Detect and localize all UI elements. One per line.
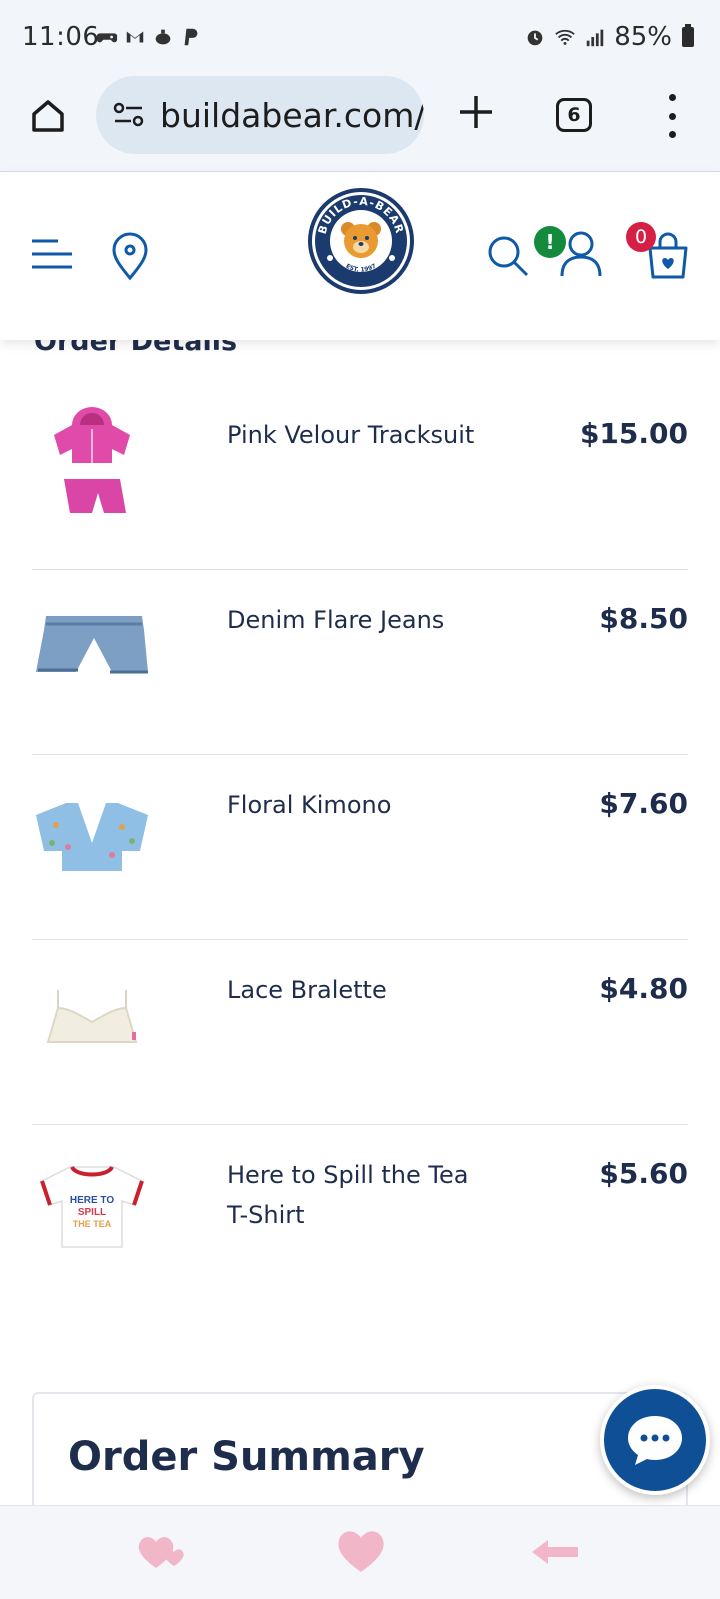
browser-toolbar: buildabear.com/ 6: [0, 74, 720, 172]
wifi-icon: [555, 29, 575, 45]
svg-text:HERE TO: HERE TO: [70, 1195, 114, 1206]
battery-icon: [682, 24, 694, 47]
item-name: Denim Flare Jeans: [227, 606, 445, 634]
game-controller-icon: [96, 33, 118, 43]
item-price: $8.50: [599, 602, 688, 635]
order-item: Lace Bralette $4.80: [32, 940, 688, 1125]
svg-text:THE TEA: THE TEA: [73, 1219, 112, 1229]
teapot-icon: [155, 29, 171, 45]
signal-icon: [586, 29, 604, 47]
url-text: buildabear.com/: [160, 95, 424, 135]
item-name: Floral Kimono: [227, 791, 392, 819]
site-header: BUILD-A-BEAR EST. 1997 ! 0: [0, 172, 720, 340]
item-name: Here to Spill the Tea T-Shirt: [227, 1161, 469, 1229]
gmail-icon: [126, 31, 144, 43]
tab-switcher-button[interactable]: 6: [556, 98, 592, 132]
item-price: $4.80: [599, 972, 688, 1005]
cart-count-badge: 0: [626, 222, 656, 252]
svg-text:SPILL: SPILL: [78, 1207, 106, 1218]
lace-bralette-image: [46, 990, 138, 1043]
system-status: 85%: [524, 22, 694, 52]
denim-jeans-image: [36, 616, 148, 674]
pink-tracksuit-image: [54, 407, 130, 513]
status-time: 11:06: [22, 22, 100, 52]
status-bar: 11:06 85%: [0, 0, 720, 74]
home-icon[interactable]: [28, 96, 68, 136]
location-pin-icon[interactable]: [110, 232, 150, 282]
order-item: Pink Velour Tracksuit $15.00: [32, 385, 688, 570]
item-price: $7.60: [599, 787, 688, 820]
heart-icon[interactable]: [334, 1526, 388, 1576]
item-name: Lace Bralette: [227, 976, 387, 1004]
paypal-icon: [184, 28, 198, 46]
floral-kimono-image: [36, 803, 148, 871]
item-name: Pink Velour Tracksuit: [227, 421, 475, 449]
menu-icon[interactable]: [30, 236, 74, 272]
search-icon[interactable]: [486, 234, 530, 278]
bottom-navigation: [0, 1505, 720, 1599]
account-alert-badge: !: [534, 226, 566, 258]
order-item: HERE TO SPILL THE TEA Here to Spill the …: [32, 1125, 688, 1310]
chat-button[interactable]: [600, 1385, 710, 1495]
item-price: $15.00: [579, 417, 688, 450]
site-settings-icon[interactable]: [112, 100, 146, 130]
alarm-icon: [527, 30, 543, 46]
chat-bubble-icon: [628, 1416, 682, 1465]
address-bar[interactable]: buildabear.com/: [96, 76, 424, 154]
order-item: Denim Flare Jeans $8.50: [32, 570, 688, 755]
tea-tshirt-image: HERE TO SPILL THE TEA: [40, 1165, 144, 1248]
build-a-bear-logo[interactable]: BUILD-A-BEAR EST. 1997: [308, 188, 414, 294]
new-tab-icon[interactable]: [456, 92, 496, 132]
notification-icons: [96, 26, 202, 48]
battery-percent: 85%: [614, 22, 672, 52]
item-price: $5.60: [599, 1157, 688, 1190]
hearts-icon[interactable]: [134, 1530, 190, 1574]
order-item: Floral Kimono $7.60: [32, 755, 688, 940]
order-item-list: Pink Velour Tracksuit $15.00 Denim Flare…: [32, 385, 688, 1310]
order-summary-heading: Order Summary: [68, 1434, 425, 1480]
back-arrow-icon[interactable]: [528, 1530, 584, 1574]
browser-menu-icon[interactable]: [660, 94, 684, 138]
